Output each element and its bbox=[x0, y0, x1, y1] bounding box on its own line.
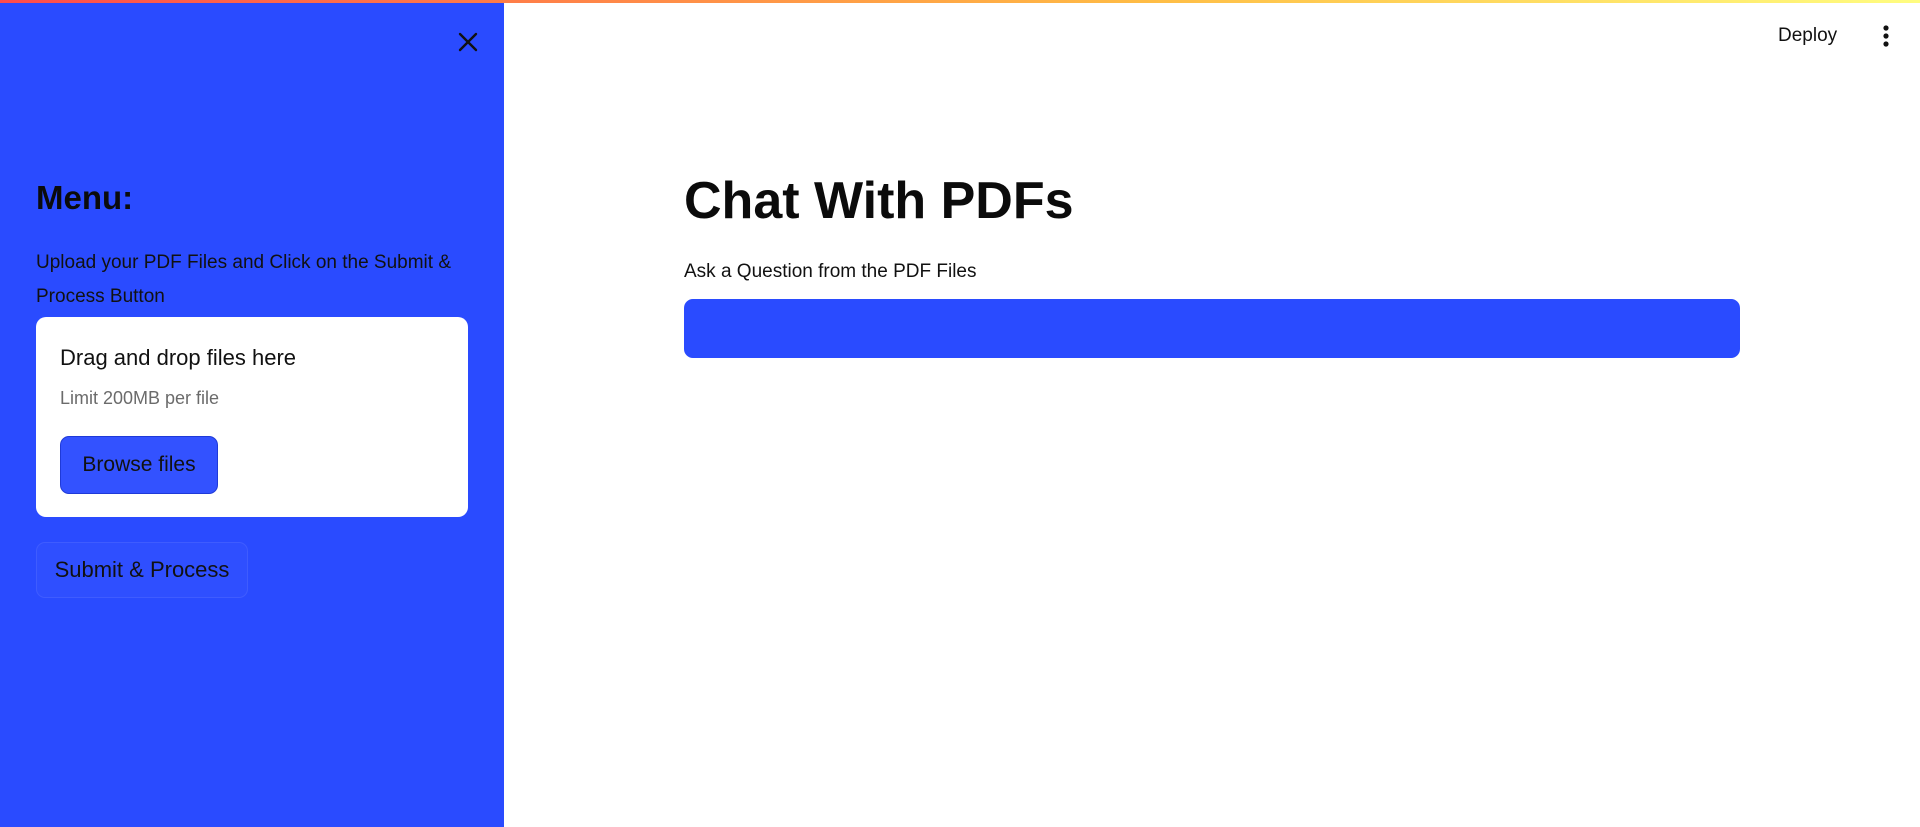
close-icon bbox=[458, 32, 478, 52]
browse-files-button[interactable]: Browse files bbox=[60, 436, 218, 494]
dropzone-title: Drag and drop files here bbox=[60, 345, 297, 370]
question-input[interactable] bbox=[684, 299, 1740, 358]
submit-process-button[interactable]: Submit & Process bbox=[36, 542, 248, 598]
top-decoration-bar bbox=[0, 0, 1920, 3]
dropzone-limit: Limit 200MB per file bbox=[60, 388, 220, 408]
deploy-button[interactable]: Deploy bbox=[1768, 18, 1847, 54]
page-title: Chat With PDFs bbox=[684, 172, 1074, 230]
kebab-menu-icon bbox=[1883, 25, 1889, 47]
sidebar-description: Upload your PDF Files and Click on the S… bbox=[36, 252, 452, 307]
main-menu-button[interactable] bbox=[1874, 20, 1898, 52]
close-sidebar-button[interactable] bbox=[452, 26, 484, 58]
sidebar: Menu: Upload your PDF Files and Click on… bbox=[0, 0, 504, 827]
question-label: Ask a Question from the PDF Files bbox=[684, 261, 977, 282]
sidebar-heading: Menu: bbox=[36, 179, 134, 216]
file-uploader-dropzone[interactable]: Drag and drop files here Limit 200MB per… bbox=[36, 317, 468, 517]
